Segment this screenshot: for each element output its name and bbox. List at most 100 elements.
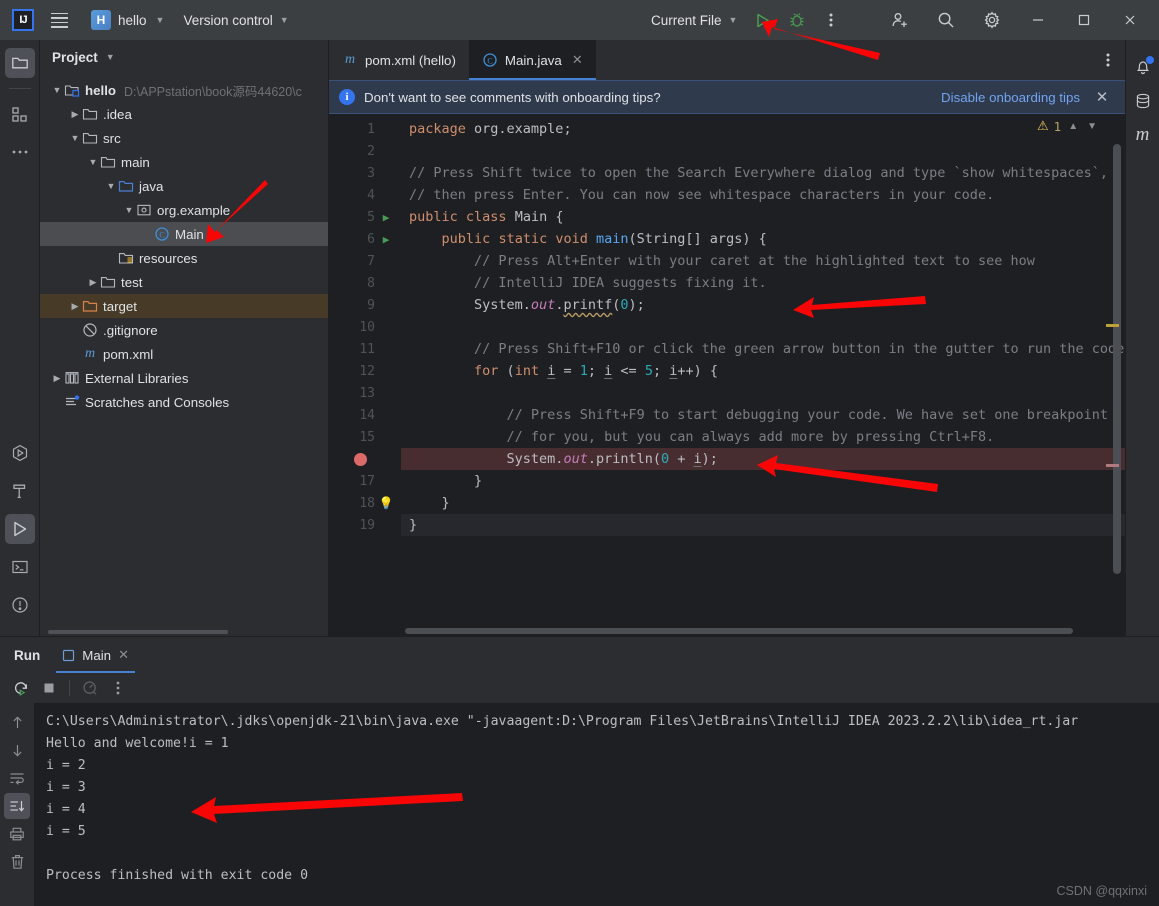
sidebar-item-project[interactable]	[5, 48, 35, 78]
gutter-line-11[interactable]: 11	[329, 338, 401, 360]
scrollbar-thumb[interactable]	[405, 628, 1073, 634]
minimize-window-button[interactable]	[1015, 0, 1061, 40]
database-button[interactable]	[1128, 84, 1158, 118]
code-line-17[interactable]: }	[401, 470, 1125, 492]
tree-node-pom-xml[interactable]: mpom.xml	[40, 342, 328, 366]
code-line-18[interactable]: }	[401, 492, 1125, 514]
version-control-menu[interactable]: Version control ▼	[173, 9, 298, 32]
tree-node-idea[interactable]: ▶.idea	[40, 102, 328, 126]
editor-tab-main-java[interactable]: CMain.java✕	[469, 40, 596, 80]
close-run-tab-icon[interactable]: ✕	[118, 647, 129, 663]
gutter-line-13[interactable]: 13	[329, 382, 401, 404]
code-line-3[interactable]: // Press Shift twice to open the Search …	[401, 162, 1125, 184]
code-line-2[interactable]	[401, 140, 1125, 162]
code-line-10[interactable]	[401, 316, 1125, 338]
tree-expander-right-icon[interactable]: ▶	[86, 277, 100, 288]
add-user-button[interactable]	[877, 0, 923, 40]
gutter-line-18[interactable]: 18💡	[329, 492, 401, 514]
settings-button[interactable]	[969, 0, 1015, 40]
code-line-16[interactable]: System.out.println(0 + i);	[401, 448, 1125, 470]
chevron-up-icon[interactable]: ▲	[1066, 121, 1080, 132]
tree-expander-down-icon[interactable]: ▼	[50, 85, 64, 95]
run-tab-main[interactable]: Main ✕	[52, 637, 139, 673]
editor-horizontal-scrollbar[interactable]	[405, 628, 1035, 634]
tree-node-org-example[interactable]: ▼org.example	[40, 198, 328, 222]
project-horizontal-scrollbar[interactable]	[48, 630, 228, 634]
tree-expander-right-icon[interactable]: ▶	[50, 373, 64, 384]
tree-node-test[interactable]: ▶test	[40, 270, 328, 294]
gutter-line-4[interactable]: 4	[329, 184, 401, 206]
gutter-line-14[interactable]: 14	[329, 404, 401, 426]
scroll-down-button[interactable]	[4, 737, 30, 763]
code-line-19[interactable]: }	[401, 514, 1125, 536]
tree-node-src[interactable]: ▼src	[40, 126, 328, 150]
run-button[interactable]	[749, 6, 777, 34]
maximize-window-button[interactable]	[1061, 0, 1107, 40]
sidebar-item-problems[interactable]	[5, 590, 35, 620]
project-panel-header[interactable]: Project ▼	[40, 40, 328, 74]
tree-expander-right-icon[interactable]: ▶	[68, 301, 82, 312]
rerun-button[interactable]	[8, 675, 34, 701]
notifications-button[interactable]	[1128, 50, 1158, 84]
tree-expander-down-icon[interactable]: ▼	[86, 157, 100, 167]
close-tab-icon[interactable]: ✕	[572, 52, 583, 68]
soft-wrap-button[interactable]	[4, 765, 30, 791]
gutter-line-17[interactable]: 17	[329, 470, 401, 492]
gutter-line-15[interactable]: 15	[329, 426, 401, 448]
more-actions-button[interactable]	[817, 6, 845, 34]
tree-expander-down-icon[interactable]: ▼	[122, 205, 136, 215]
close-notification-icon[interactable]: ✕	[1089, 88, 1115, 106]
tree-node-resources[interactable]: resources	[40, 246, 328, 270]
tree-expander-down-icon[interactable]: ▼	[104, 181, 118, 191]
chevron-down-icon[interactable]: ▼	[1085, 121, 1099, 132]
breakpoint-marker[interactable]	[1106, 464, 1119, 467]
gutter-line-2[interactable]: 2	[329, 140, 401, 162]
editor-gutter[interactable]: 12345▶6▶789101112131415161718💡19	[329, 114, 401, 636]
editor-tabs-more-icon[interactable]	[1091, 40, 1125, 80]
code-line-4[interactable]: // then press Enter. You can now see whi…	[401, 184, 1125, 206]
sidebar-item-structure[interactable]	[5, 99, 35, 129]
console-output[interactable]: C:\Users\Administrator\.jdks\openjdk-21\…	[34, 703, 1159, 906]
inspection-widget[interactable]: ⚠ 1 ▲ ▼	[1037, 118, 1099, 134]
code-line-1[interactable]: package org.example;	[401, 118, 1125, 140]
code-line-15[interactable]: // for you, but you can always add more …	[401, 426, 1125, 448]
tree-node-scratches-and-consoles[interactable]: Scratches and Consoles	[40, 390, 328, 414]
editor-vertical-scrollbar[interactable]	[1113, 144, 1121, 606]
gutter-line-8[interactable]: 8	[329, 272, 401, 294]
code-line-9[interactable]: System.out.printf(0);	[401, 294, 1125, 316]
scroll-up-button[interactable]	[4, 709, 30, 735]
search-button[interactable]	[923, 0, 969, 40]
sidebar-more-icon[interactable]	[5, 137, 35, 167]
code-line-13[interactable]	[401, 382, 1125, 404]
sidebar-item-services[interactable]	[5, 438, 35, 468]
clear-console-button[interactable]	[4, 849, 30, 875]
scrollbar-thumb[interactable]	[1113, 144, 1121, 574]
disable-onboarding-tips-link[interactable]: Disable onboarding tips	[941, 90, 1080, 105]
gutter-line-6[interactable]: 6▶	[329, 228, 401, 250]
gutter-line-7[interactable]: 7	[329, 250, 401, 272]
gutter-line-12[interactable]: 12	[329, 360, 401, 382]
warning-marker[interactable]	[1106, 324, 1119, 327]
run-line-icon[interactable]: ▶	[383, 211, 390, 224]
maven-button[interactable]: m	[1128, 118, 1158, 152]
run-configuration-selector[interactable]: Current File ▼	[645, 10, 743, 31]
tree-node-hello[interactable]: ▼helloD:\APPstation\book源码44620\c	[40, 78, 328, 102]
run-panel-more-button[interactable]	[105, 675, 131, 701]
project-selector[interactable]: H hello ▼	[84, 6, 171, 34]
gutter-line-1[interactable]: 1	[329, 118, 401, 140]
code-editor[interactable]: 12345▶6▶789101112131415161718💡19 package…	[329, 114, 1125, 636]
code-line-5[interactable]: public class Main {	[401, 206, 1125, 228]
gutter-line-9[interactable]: 9	[329, 294, 401, 316]
code-line-11[interactable]: // Press Shift+F10 or click the green ar…	[401, 338, 1125, 360]
sidebar-item-run[interactable]	[5, 514, 35, 544]
code-line-14[interactable]: // Press Shift+F9 to start debugging you…	[401, 404, 1125, 426]
code-line-7[interactable]: // Press Alt+Enter with your caret at th…	[401, 250, 1125, 272]
code-text-area[interactable]: package org.example; // Press Shift twic…	[401, 114, 1125, 636]
tree-node-target[interactable]: ▶target	[40, 294, 328, 318]
gutter-line-5[interactable]: 5▶	[329, 206, 401, 228]
main-menu-icon[interactable]	[44, 5, 74, 35]
scroll-to-end-button[interactable]	[4, 793, 30, 819]
gutter-line-16[interactable]: 16	[329, 448, 401, 470]
gutter-line-3[interactable]: 3	[329, 162, 401, 184]
tree-expander-down-icon[interactable]: ▼	[68, 133, 82, 143]
